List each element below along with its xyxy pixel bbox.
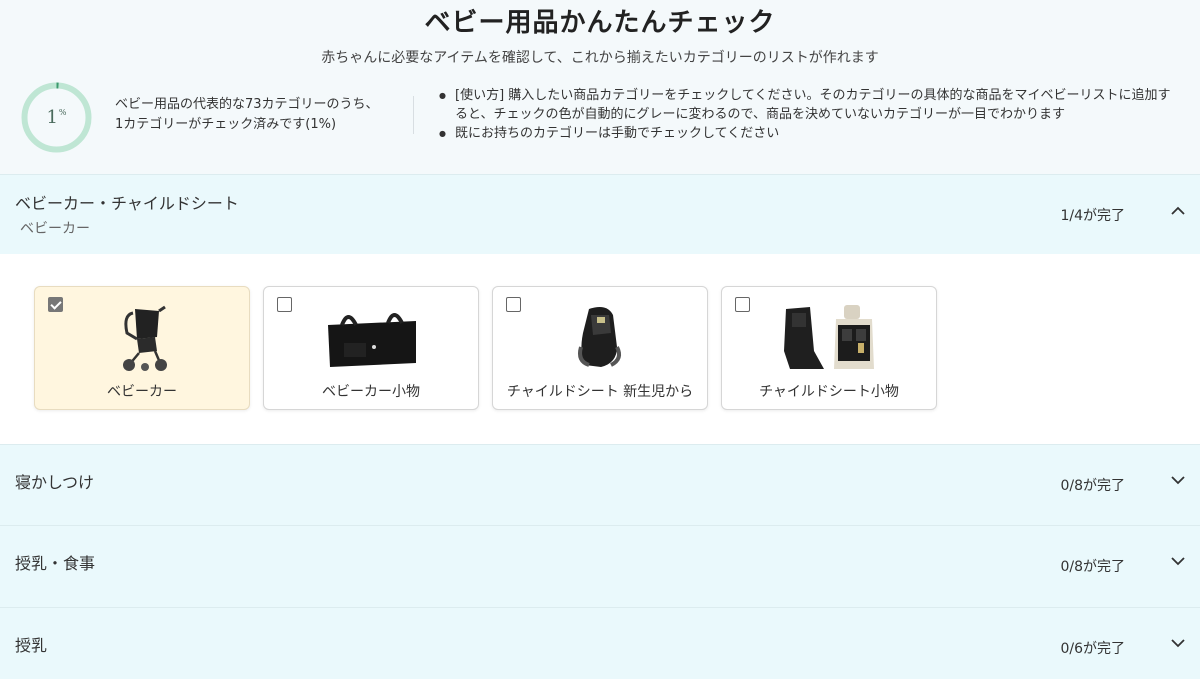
checkbox-stroller-accessories[interactable] (277, 297, 292, 312)
section-progress: 1/4が完了 (1060, 208, 1125, 224)
card-label: ベビーカー小物 (322, 384, 420, 400)
section-header-stroller-carseat[interactable]: ベビーカー・チャイルドシート ベビーカー 1/4が完了 (0, 174, 1200, 254)
section-header-nursing[interactable]: 授乳 0/6が完了 (0, 607, 1200, 679)
chevron-up-icon[interactable] (1170, 203, 1186, 219)
progress-number: 1 (46, 107, 58, 128)
progress-unit: % (58, 108, 67, 117)
page-title: ベビー用品かんたんチェック (424, 8, 776, 38)
section-progress: 0/8が完了 (1060, 478, 1125, 494)
chevron-down-icon[interactable] (1170, 553, 1186, 569)
category-card-stroller[interactable]: ベビーカー (34, 286, 250, 410)
section-title: 授乳 (15, 636, 48, 655)
howto-item: 既にお持ちのカテゴリーは手動でチェックしてください (437, 124, 1177, 143)
howto-item: [使い方] 購入したい商品カテゴリーをチェックしてください。そのカテゴリーの具体… (437, 86, 1177, 124)
progress-summary: ベビー用品の代表的な73カテゴリーのうち、 1カテゴリーがチェック済みです(1%… (115, 95, 405, 135)
section-progress: 0/8が完了 (1060, 559, 1125, 575)
category-card-child-seat[interactable]: チャイルドシート 新生児から (492, 286, 708, 410)
category-card-stroller-accessories[interactable]: ベビーカー小物 (263, 286, 479, 410)
header: ベビー用品かんたんチェック 赤ちゃんに必要なアイテムを確認して、これから揃えたい… (0, 0, 1200, 174)
card-label: チャイルドシート小物 (759, 384, 899, 400)
progress-value: 1% (20, 81, 93, 154)
chevron-down-icon[interactable] (1170, 472, 1186, 488)
divider (413, 96, 414, 134)
seat-protector-image (784, 305, 874, 369)
stroller-bag-image (328, 313, 416, 367)
section-header-sleep[interactable]: 寝かしつけ 0/8が完了 (0, 444, 1200, 525)
section-subtitle: ベビーカー (20, 221, 90, 237)
summary-line-2: 1カテゴリーがチェック済みです(1%) (115, 117, 337, 132)
section-header-feeding-meals[interactable]: 授乳・食事 0/8が完了 (0, 525, 1200, 607)
checkbox-child-seat[interactable] (506, 297, 521, 312)
chevron-down-icon[interactable] (1170, 635, 1186, 651)
card-label: ベビーカー (107, 384, 177, 400)
summary-line-1: ベビー用品の代表的な73カテゴリーのうち、 (115, 97, 379, 112)
checkbox-stroller[interactable] (48, 297, 63, 312)
stroller-image (123, 305, 167, 371)
section-title: 寝かしつけ (15, 473, 95, 492)
page-subtitle: 赤ちゃんに必要なアイテムを確認して、これから揃えたいカテゴリーのリストが作れます (321, 50, 879, 66)
card-label: チャイルドシート 新生児から (506, 384, 694, 400)
section-progress: 0/6が完了 (1060, 641, 1125, 657)
category-card-child-seat-accessories[interactable]: チャイルドシート小物 (721, 286, 937, 410)
howto-list: [使い方] 購入したい商品カテゴリーをチェックしてください。そのカテゴリーの具体… (437, 86, 1177, 143)
checkbox-child-seat-accessories[interactable] (735, 297, 750, 312)
category-items: ベビーカー ベビーカー小物 チャイルドシート 新生児から チャイルドシート小物 (0, 254, 1200, 444)
child-seat-image (578, 307, 621, 367)
section-title: ベビーカー・チャイルドシート (15, 194, 239, 213)
section-title: 授乳・食事 (15, 554, 96, 573)
